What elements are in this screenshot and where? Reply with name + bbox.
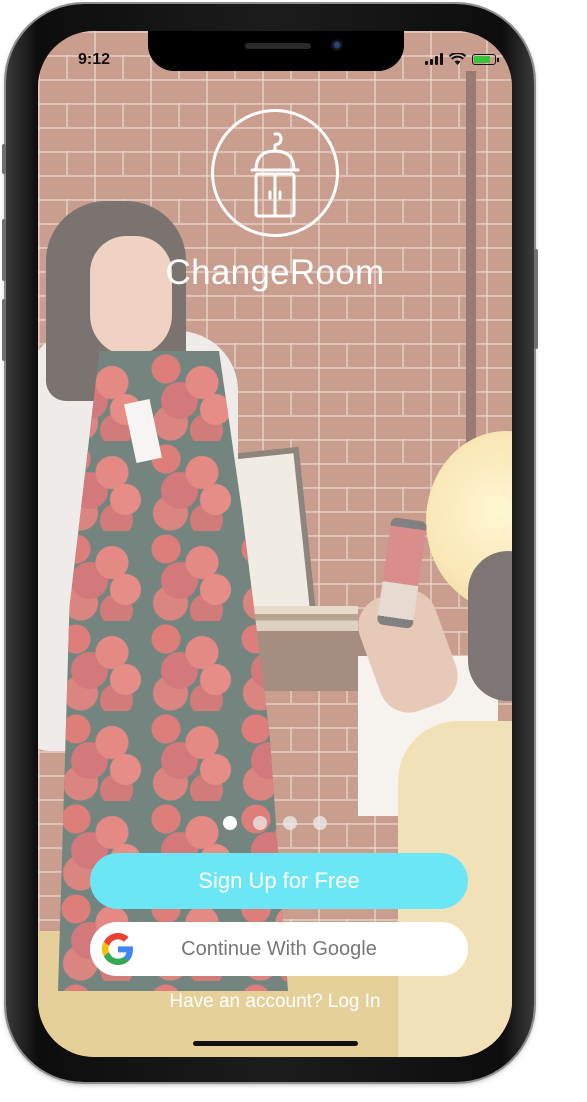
carousel-page-indicator xyxy=(38,816,512,830)
google-g-icon xyxy=(102,933,133,965)
page-dot-1[interactable] xyxy=(223,816,237,830)
google-signin-button[interactable]: Continue With Google xyxy=(90,922,468,976)
page-dot-2[interactable] xyxy=(253,816,267,830)
login-link[interactable]: Have an account? Log In xyxy=(38,991,512,1013)
earpiece-speaker xyxy=(245,43,311,49)
status-time: 9:12 xyxy=(78,51,111,68)
device-frame: 9:12 ChangeRoom Sign Up for Free Continu… xyxy=(2,4,538,1082)
power-button xyxy=(534,249,538,349)
signup-button[interactable]: Sign Up for Free xyxy=(90,853,468,909)
volume-up-button xyxy=(2,219,6,281)
cellular-signal-icon xyxy=(425,53,443,65)
page-dot-3[interactable] xyxy=(283,816,297,830)
wifi-icon xyxy=(449,53,466,65)
wardrobe-closet-icon xyxy=(250,132,300,218)
volume-down-button xyxy=(2,299,6,361)
app-title: ChangeRoom xyxy=(165,253,385,292)
page-dot-4[interactable] xyxy=(313,816,327,830)
google-button-label: Continue With Google xyxy=(181,937,377,960)
battery-charging-icon xyxy=(472,54,499,65)
front-camera xyxy=(331,39,343,51)
home-indicator[interactable] xyxy=(193,1041,358,1046)
app-logo xyxy=(211,109,339,237)
app-screen: 9:12 ChangeRoom Sign Up for Free Continu… xyxy=(38,31,512,1057)
device-notch xyxy=(148,31,404,71)
silent-switch xyxy=(2,144,6,174)
signup-button-label: Sign Up for Free xyxy=(198,868,360,893)
status-icons xyxy=(425,53,499,65)
